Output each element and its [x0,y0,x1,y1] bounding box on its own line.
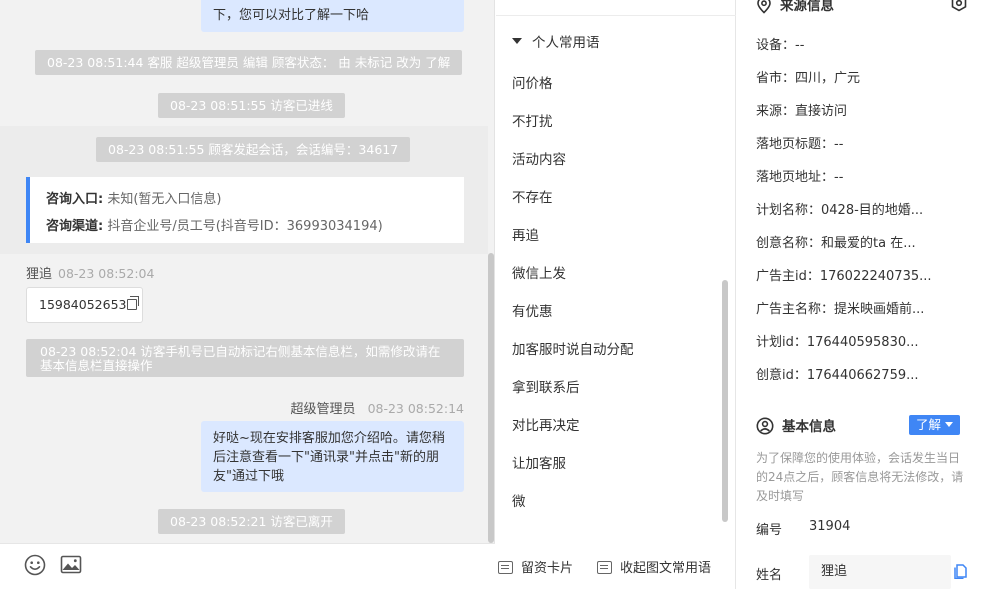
visitor-message-time: 08-23 08:52:04 [58,266,155,281]
phrase-item[interactable]: 活动内容 [512,141,634,179]
phrase-item[interactable]: 问价格 [512,65,634,103]
field-creative-id: 创意id：176440662759... [756,368,919,383]
message-card-icon [498,561,513,574]
phrase-item[interactable]: 微信上发 [512,255,634,293]
caret-down-icon [512,38,522,44]
agent-name: 超级管理员 [290,402,356,417]
source-info-label: 来源信息 [780,0,834,14]
visitor-phone-text: 15984052653 [39,297,127,312]
phrase-item[interactable]: 有优惠 [512,293,634,331]
agent-message-meta: 超级管理员 08-23 08:52:14 [291,398,464,417]
field-plan-id: 计划id：176440595830... [756,335,919,350]
field-landing-title: 落地页标题：-- [756,137,844,152]
visitor-info-pane: 来源信息 设备：-- 省市：四川，广元 来源：直接访问 落地页标题：-- 落地页… [737,0,985,589]
caret-down-icon [945,422,954,427]
agent-message-bubble: 好哒~现在安排客服加您介绍哈。请您稍后注意查看一下"通讯录"并点击"新的朋友"通… [201,421,464,492]
consult-entry-label: 咨询入口: [46,192,104,207]
customer-status-value: 了解 [916,417,942,432]
lead-card-label: 留资卡片 [521,561,574,576]
agent-message-bubble: 下，您可以对比了解一下哈 [201,0,464,32]
consult-info-card: 咨询入口: 未知(暂无入口信息) 咨询渠道: 抖音企业号/员工号(抖音号ID：3… [26,177,464,243]
consult-channel-label: 咨询渠道: [46,219,104,234]
consult-entry-row: 咨询入口: 未知(暂无入口信息) [46,186,464,213]
phrase-item[interactable]: 对比再决定 [512,407,634,445]
chat-toolbar [0,543,495,589]
smile-icon[interactable] [23,553,47,577]
field-creative-name: 创意名称：和最爱的ta 在... [756,236,916,251]
visitor-phone-message: 15984052653 [26,287,143,323]
phrases-group-header[interactable]: 个人常用语 [512,31,600,51]
phrase-item[interactable]: 拿到联系后 [512,369,634,407]
phrase-item[interactable]: 不存在 [512,179,634,217]
collapse-phrases-label: 收起图文常用语 [620,561,712,576]
phrase-item[interactable]: 加客服时说自动分配 [512,331,634,369]
message-icon [597,561,612,574]
visitor-name: 狸追 [26,267,53,282]
field-plan-name: 计划名称：0428-目的地婚... [756,203,924,218]
field-name-label: 姓名 [756,568,783,583]
phrase-item[interactable]: 让加客服 [512,445,634,483]
customer-status-dropdown[interactable]: 了解 [909,415,961,435]
field-advertiser-name: 广告主名称：提米映画婚前... [756,302,925,317]
copy-file-icon[interactable] [953,563,968,579]
chat-pane: 下，您可以对比了解一下哈 08-23 08:51:44 客服 超级管理员 编辑 … [0,0,495,589]
phrases-list: 问价格 不打扰 活动内容 不存在 再追 微信上发 有优惠 加客服时说自动分配 拿… [512,65,634,521]
phrases-group-title: 个人常用语 [532,35,600,51]
visitor-message-meta: 狸追 08-23 08:52:04 [26,263,154,282]
agent-message-time: 08-23 08:52:14 [367,401,464,416]
source-info-title: 来源信息 [756,0,834,15]
phrase-item[interactable]: 微 [512,483,634,521]
system-message-status-change: 08-23 08:51:44 客服 超级管理员 编辑 顾客状态： 由 未标记 改… [35,50,463,75]
phrases-scrollbar[interactable] [722,280,728,522]
common-phrases-pane: 个人常用语 问价格 不打扰 活动内容 不存在 再追 微信上发 有优惠 加客服时说… [496,0,736,589]
collapse-phrases-button[interactable]: 收起图文常用语 [597,557,711,576]
copy-icon[interactable] [127,296,140,310]
field-id-label: 编号 [756,523,783,538]
settings-icon[interactable] [949,0,969,12]
field-landing-url: 落地页地址：-- [756,170,844,185]
basic-info-title: 基本信息 [756,415,836,436]
phrase-item[interactable]: 不打扰 [512,103,634,141]
field-id-value: 31904 [809,519,851,534]
system-message-phone-note: 08-23 08:52:04 访客手机号已自动标记右侧基本信息栏，如需修改请在基… [26,339,464,377]
divider [496,15,736,16]
basic-info-label: 基本信息 [782,419,836,435]
system-message-left: 08-23 08:52:21 访客已离开 [158,509,345,534]
field-device: 设备：-- [756,38,805,53]
edit-deadline-hint: 为了保障您的使用体验，会话发生当日的24点之后，顾客信息将无法修改，请及时填写 [756,451,964,503]
chat-message-list[interactable]: 下，您可以对比了解一下哈 08-23 08:51:44 客服 超级管理员 编辑 … [0,0,495,543]
name-input[interactable]: 狸追 [809,555,951,589]
consult-entry-value: 未知(暂无入口信息) [107,192,222,207]
location-pin-icon [757,0,771,14]
consult-channel-value: 抖音企业号/员工号(抖音号ID：36993034194) [107,219,383,234]
field-source: 来源：直接访问 [756,104,848,119]
chat-scrollbar[interactable] [488,253,494,543]
field-region: 省市：四川，广元 [756,71,861,86]
user-circle-icon [756,417,774,435]
system-message-session: 08-23 08:51:55 顾客发起会话，会话编号：34617 [96,137,411,162]
image-icon[interactable] [59,553,83,577]
lead-card-button[interactable]: 留资卡片 [498,557,573,576]
system-message-entered: 08-23 08:51:55 访客已进线 [158,93,345,118]
phrase-item[interactable]: 再追 [512,217,634,255]
field-advertiser-id: 广告主id：176022240735... [756,269,932,284]
consult-channel-row: 咨询渠道: 抖音企业号/员工号(抖音号ID：36993034194) [46,213,464,240]
